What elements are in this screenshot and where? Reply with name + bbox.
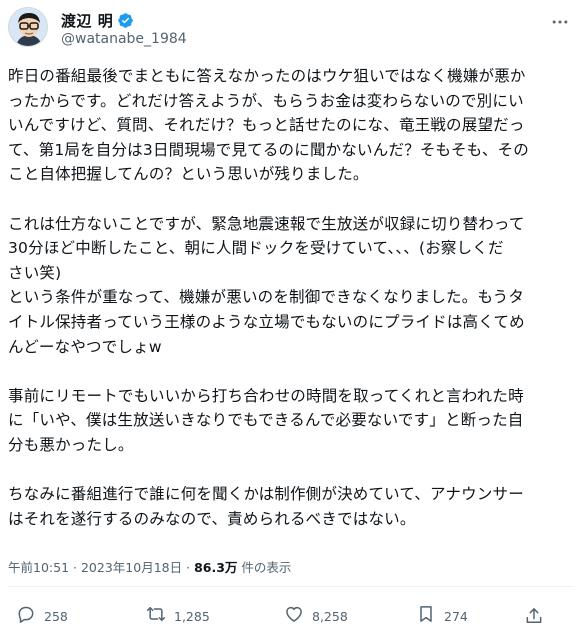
post-date[interactable]: 2023年10月18日 — [81, 560, 182, 575]
post-line: 事前にリモートでもいいから打ち合わせの時間を取ってくれと言われた時 — [8, 386, 524, 405]
meta-separator: · — [73, 560, 77, 575]
post-header: 渡辺 明 @watanabe_1984 — [0, 0, 582, 60]
post-line: に「いや、僕は生放送いきなりでもできるんで必要ないです」と断った自 — [8, 411, 524, 430]
post-line: 昨日の番組最後でまともに答えなかったのはウケ狙いではなく機嫌が悪か — [8, 67, 526, 85]
repost-button[interactable]: 1,285 — [146, 598, 210, 634]
post-line: イトル保持者っていう王様のような立場でもないのにプライドは高くてめ — [8, 312, 525, 331]
reply-icon — [16, 604, 36, 628]
like-button[interactable]: 8,258 — [284, 598, 348, 634]
like-count: 8,258 — [312, 608, 348, 624]
bookmark-button[interactable]: 274 — [416, 598, 468, 634]
post-line: ったからです。どれだけ答えようが、もらうお金は変わらないので別にい — [8, 91, 524, 110]
post-line: さい笑) — [8, 263, 62, 282]
post-meta: 午前10:51 · 2023年10月18日 · 86.3万 件の表示 — [8, 557, 291, 576]
reply-button[interactable]: 258 — [16, 598, 68, 634]
bookmark-count: 274 — [444, 608, 468, 624]
post-line: こと自体把握してんの？という思いが残りました。 — [8, 165, 369, 184]
avatar[interactable] — [8, 7, 48, 47]
divider — [8, 586, 574, 587]
post-line: ちなみに番組進行で誰に何を聞くかは制作側が決めていて、アナウンサー — [8, 485, 524, 504]
verified-badge-icon — [117, 12, 134, 29]
handle[interactable]: @watanabe_1984 — [61, 31, 187, 47]
name-row: 渡辺 明 — [61, 10, 134, 31]
post-line: て、第1局を自分は3日間現場で見てるのに聞かないんだ？そもそも、その — [8, 140, 529, 159]
post-line: はそれを遂行するのみなので、責められるべきではない。 — [8, 509, 416, 528]
more-icon[interactable] — [548, 10, 572, 34]
post-line: これは仕方ないことですが、緊急地震速報で生放送が収録に切り替わって — [8, 214, 525, 233]
post-text: 昨日の番組最後でまともに答えなかったのはウケ狙いではなく機嫌が悪か ったからです… — [8, 64, 578, 531]
action-bar: 258 1,285 8,258 274 — [0, 598, 582, 634]
repost-count: 1,285 — [174, 608, 210, 624]
post-line: 分も悪かったし。 — [8, 435, 134, 454]
post-line: という条件が重なって、機嫌が悪いのを制御できなくなりました。もうタ — [8, 288, 525, 307]
post-time[interactable]: 午前10:51 — [8, 560, 69, 575]
reply-count: 258 — [44, 608, 68, 624]
bookmark-icon — [416, 604, 436, 628]
views-count[interactable]: 86.3万 — [194, 560, 237, 575]
post-line: いんですけど、質問、それだけ？もっと話せたのにな、竜王戦の展望だっ — [8, 116, 525, 135]
meta-separator: · — [186, 560, 191, 575]
post-line: 30分ほど中断したこと、朝に人間ドックを受けていて、、、(お察しくだ — [8, 239, 504, 258]
like-icon — [284, 604, 304, 628]
repost-icon — [146, 604, 166, 628]
share-button[interactable] — [524, 606, 544, 630]
share-icon — [524, 608, 544, 630]
display-name[interactable]: 渡辺 明 — [61, 10, 113, 31]
post-line: んどーなやつでしょw — [8, 337, 162, 356]
views-label: 件の表示 — [241, 560, 292, 575]
